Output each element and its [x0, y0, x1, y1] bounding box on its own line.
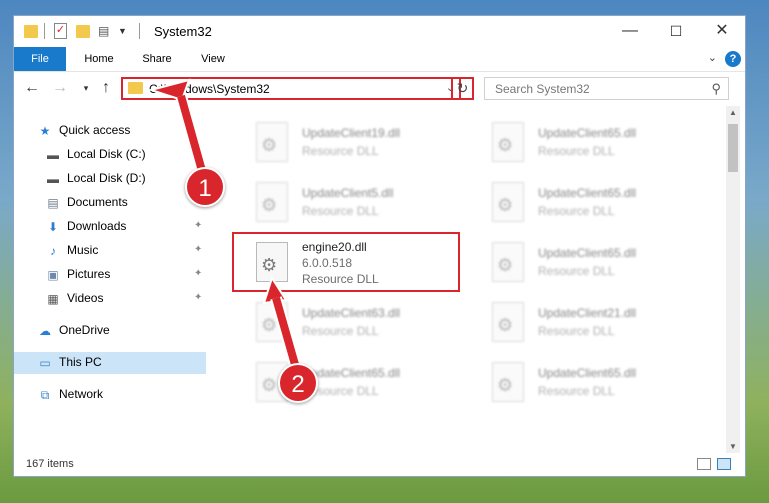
- callout-badge-one: 1: [185, 167, 225, 207]
- callout-badge-two: 2: [278, 363, 318, 403]
- arrow-one-shaft: [177, 94, 208, 180]
- callout-arrows: [147, 78, 302, 370]
- arrow-two-shaft: [272, 296, 300, 370]
